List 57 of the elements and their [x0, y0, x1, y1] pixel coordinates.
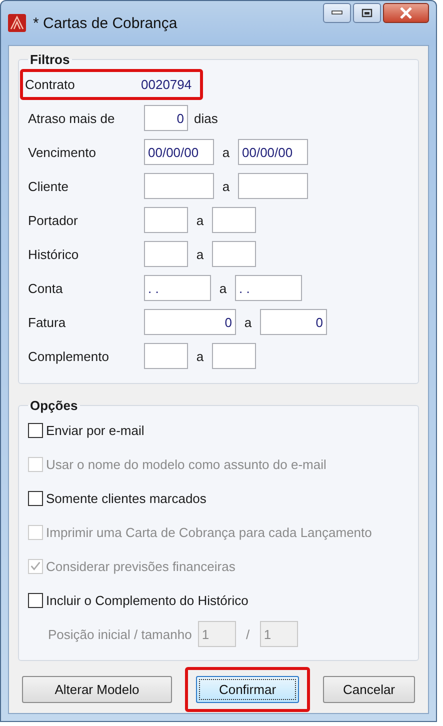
contract-number: 0020794: [141, 76, 192, 92]
dialog-button[interactable]: Alterar Modelo: [22, 676, 172, 703]
checkbox[interactable]: [28, 422, 43, 438]
range-separator: a: [243, 314, 253, 330]
app-icon: [8, 14, 26, 32]
field-separator: /: [245, 626, 251, 642]
dialog-button[interactable]: Cancelar: [323, 676, 415, 703]
input-field[interactable]: [144, 173, 214, 199]
range-separator: a: [195, 246, 205, 262]
input-field[interactable]: [238, 173, 308, 199]
group-title: Opções: [29, 398, 79, 413]
input-field[interactable]: . .: [235, 275, 302, 301]
input-field[interactable]: 0: [260, 309, 327, 335]
checkbox-label: Imprimir uma Carta de Cobrança para cada Lançamento: [46, 524, 372, 540]
field-label: Contrato: [25, 76, 76, 92]
maximize-button[interactable]: [353, 3, 381, 23]
checkbox[interactable]: [28, 490, 43, 506]
input-field[interactable]: [212, 207, 256, 233]
range-separator: a: [221, 178, 231, 194]
input-field[interactable]: 00/00/00: [144, 139, 214, 165]
input-field[interactable]: [144, 241, 188, 267]
range-separator: a: [195, 212, 205, 228]
input-field[interactable]: 00/00/00: [238, 139, 308, 165]
window-title: * Cartas de Cobrança: [33, 14, 178, 32]
range-separator: a: [221, 144, 231, 160]
field-label: Atraso mais de: [28, 110, 116, 126]
field-label: Vencimento: [28, 144, 97, 160]
field-label: Cliente: [28, 178, 70, 194]
checkbox-label: Usar o nome do modelo como assunto do e-mail: [46, 456, 326, 472]
checkbox[interactable]: [28, 592, 43, 608]
dialog-button[interactable]: Confirmar: [196, 676, 299, 703]
minimize-button[interactable]: [323, 3, 351, 23]
group-title: Filtros: [29, 52, 71, 67]
input-field[interactable]: [212, 241, 256, 267]
field-label: Histórico: [28, 246, 80, 262]
maximize-icon: [361, 8, 373, 18]
input-field[interactable]: 0: [144, 309, 236, 335]
checkbox-label: Considerar previsões financeiras: [46, 558, 236, 574]
input-field[interactable]: [212, 343, 256, 369]
checkbox-label: Incluir o Complemento do Histórico: [46, 592, 248, 608]
input-field[interactable]: [144, 343, 188, 369]
field-label: Fatura: [28, 314, 67, 330]
checkbox-label: Enviar por e-mail: [46, 422, 144, 438]
field-label: Conta: [28, 280, 64, 296]
minimize-icon: [331, 10, 343, 16]
close-button[interactable]: [383, 3, 429, 23]
unit-label: dias: [194, 110, 218, 126]
field-label: Complemento: [28, 348, 110, 364]
field-label: Posição inicial / tamanho: [48, 626, 192, 642]
input-field[interactable]: . .: [144, 275, 211, 301]
range-separator: a: [218, 280, 228, 296]
input-field[interactable]: 0: [144, 105, 188, 131]
field-label: Portador: [28, 212, 79, 228]
close-icon: [399, 7, 413, 19]
input-field[interactable]: [144, 207, 188, 233]
checkbox-label: Somente clientes marcados: [46, 490, 206, 506]
range-separator: a: [195, 348, 205, 364]
